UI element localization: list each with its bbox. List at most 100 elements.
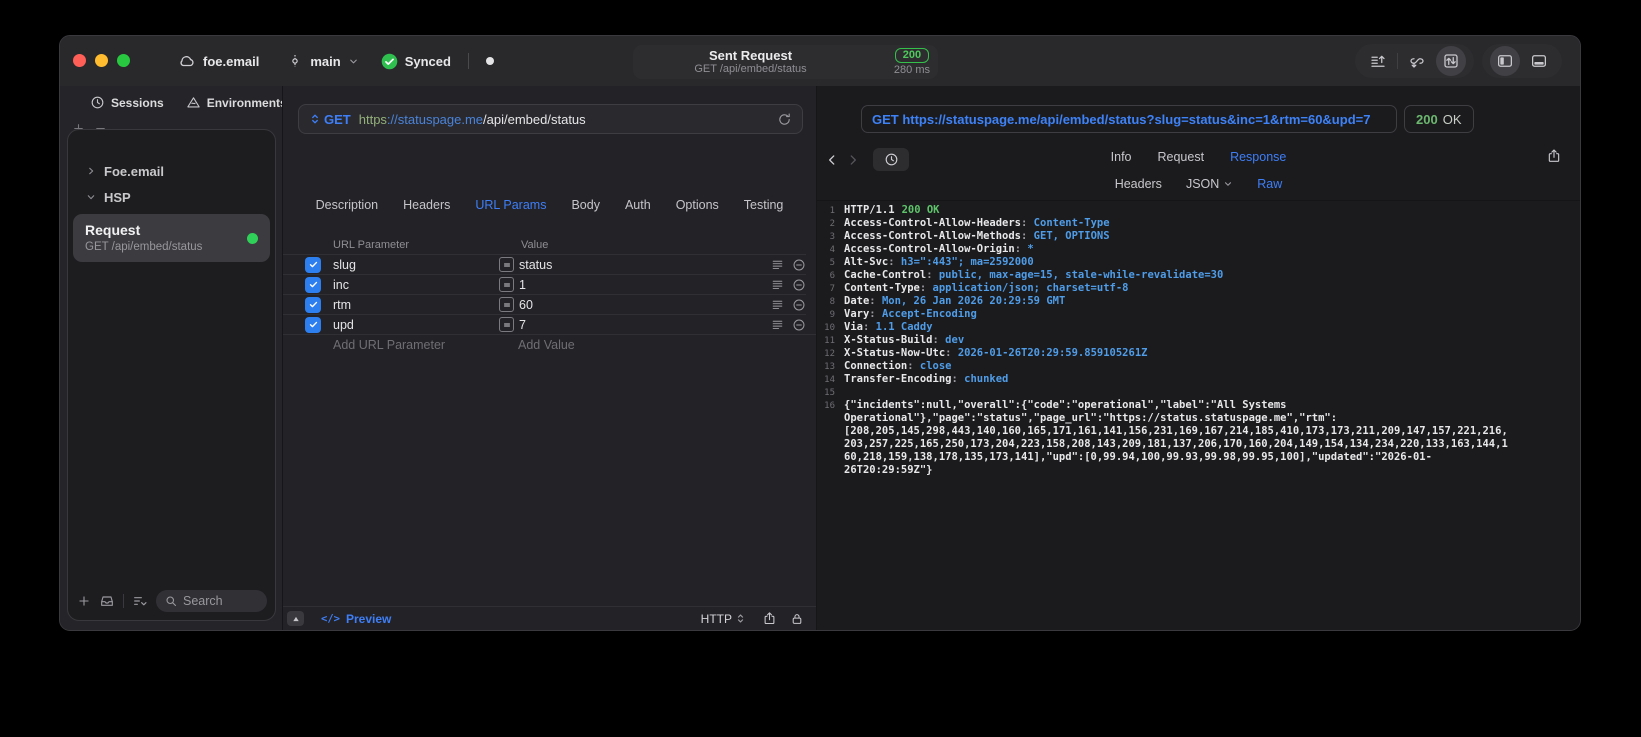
- subtab-json[interactable]: JSON: [1186, 177, 1233, 191]
- param-name-input[interactable]: rtm: [333, 298, 499, 312]
- param-checkbox[interactable]: [305, 296, 321, 313]
- zoom-window-button[interactable]: [117, 54, 130, 67]
- header-value: h3=":443"; ma=2592000: [900, 256, 1034, 268]
- line-number: 14: [824, 375, 835, 385]
- url-host[interactable]: ://statuspage.me: [387, 112, 483, 127]
- preview-button[interactable]: </> Preview: [321, 612, 391, 626]
- response-status-code: 200: [1416, 111, 1438, 127]
- sent-request-pill[interactable]: Sent Request GET /api/embed/status 200 2…: [633, 45, 938, 79]
- param-name-input[interactable]: upd: [333, 318, 499, 332]
- response-body-line: 16 {"incidents":null,"overall":{"code":"…: [821, 399, 1572, 477]
- toggle-bottom-panel-icon[interactable]: [1524, 46, 1554, 76]
- header-name: Transfer-Encoding: [844, 373, 964, 386]
- param-value-input[interactable]: 60: [519, 298, 771, 312]
- header-name: Access-Control-Allow-Methods: [844, 230, 1034, 243]
- header-name: Content-Type: [844, 282, 933, 295]
- tab-request[interactable]: Request: [1158, 150, 1205, 164]
- tree-group-label: HSP: [104, 189, 131, 205]
- tab-body[interactable]: Body: [571, 198, 600, 212]
- tab-headers[interactable]: Headers: [403, 198, 450, 212]
- add-value-button[interactable]: Add Value: [518, 338, 575, 352]
- lock-icon[interactable]: [790, 612, 804, 626]
- app-window: foe.email main Synced Sent Request GET /…: [59, 35, 1581, 631]
- titlebar-actions: [1355, 44, 1562, 78]
- branch-name[interactable]: main: [310, 54, 340, 69]
- cloud-icon: [178, 52, 196, 70]
- sent-request-line[interactable]: GET https://statuspage.me/api/embed/stat…: [861, 105, 1397, 133]
- header-value: application/json; charset=utf-8: [932, 282, 1129, 294]
- chevron-down-icon: [86, 192, 96, 202]
- send-receive-icon[interactable]: [1436, 46, 1466, 76]
- add-url-parameter-button[interactable]: Add URL Parameter: [333, 338, 518, 352]
- url-path[interactable]: /api/embed/status: [483, 112, 586, 127]
- tab-testing[interactable]: Testing: [744, 198, 784, 212]
- tab-auth[interactable]: Auth: [625, 198, 651, 212]
- remove-param-icon[interactable]: [792, 258, 806, 272]
- sidebar: Sessions Environments Foe.email HSP Requ…: [60, 86, 287, 630]
- request-list-item-selected[interactable]: Request GET /api/embed/status: [73, 214, 270, 262]
- url-scheme[interactable]: https: [359, 112, 387, 127]
- chevron-down-icon[interactable]: [348, 56, 359, 67]
- protocol-label: HTTP: [700, 611, 732, 626]
- header-name: Alt-Svc: [844, 256, 901, 269]
- method-stepper-icon[interactable]: [309, 113, 321, 125]
- new-request-icon[interactable]: [77, 594, 91, 608]
- param-name-input[interactable]: slug: [333, 258, 499, 272]
- value-options-icon[interactable]: [771, 298, 784, 311]
- sync-loop-icon[interactable]: [1402, 46, 1432, 76]
- toggle-left-sidebar-icon[interactable]: [1490, 46, 1520, 76]
- tab-environments[interactable]: Environments: [186, 95, 287, 110]
- param-checkbox[interactable]: [305, 316, 321, 333]
- preview-label: Preview: [345, 611, 392, 626]
- value-options-icon[interactable]: [771, 318, 784, 331]
- export-response-icon[interactable]: [1546, 148, 1562, 164]
- expand-console-icon[interactable]: [287, 611, 304, 626]
- subtab-headers[interactable]: Headers: [1115, 177, 1162, 191]
- project-name[interactable]: foe.email: [203, 54, 259, 69]
- sort-filter-icon[interactable]: [132, 593, 148, 609]
- tab-url-params[interactable]: URL Params: [475, 198, 546, 212]
- header-value: close: [919, 360, 952, 372]
- tab-info[interactable]: Info: [1111, 150, 1132, 164]
- sync-status-label: Synced: [404, 53, 451, 69]
- line-number: 11: [824, 336, 835, 346]
- remove-param-icon[interactable]: [792, 278, 806, 292]
- tab-sessions-label: Sessions: [111, 95, 164, 110]
- protocol-select[interactable]: HTTP: [701, 612, 749, 626]
- param-row: upd 7: [283, 314, 806, 334]
- tree-group-hsp[interactable]: HSP: [68, 184, 275, 210]
- param-value-input[interactable]: 1: [519, 278, 771, 292]
- new-group-icon[interactable]: [99, 593, 115, 609]
- request-url-bar[interactable]: GET https://statuspage.me/api/embed/stat…: [298, 104, 803, 134]
- param-value-input[interactable]: status: [519, 258, 771, 272]
- export-list-icon[interactable]: [1363, 46, 1393, 76]
- close-window-button[interactable]: [73, 54, 86, 67]
- param-value-input[interactable]: 7: [519, 318, 771, 332]
- remove-param-icon[interactable]: [792, 318, 806, 332]
- tab-response[interactable]: Response: [1230, 150, 1286, 164]
- unsaved-dot-icon: [485, 57, 494, 65]
- success-dot-icon: [247, 233, 258, 244]
- value-options-icon[interactable]: [771, 258, 784, 271]
- value-options-icon[interactable]: [771, 278, 784, 291]
- tab-sessions[interactable]: Sessions: [90, 95, 164, 110]
- share-icon[interactable]: [762, 611, 777, 626]
- response-header-line: 6 Cache-Controlpublic, max-age=15, stale-…: [821, 269, 1572, 282]
- method-label[interactable]: GET: [324, 112, 351, 127]
- param-checkbox[interactable]: [305, 256, 321, 273]
- header-value: Content-Type: [1033, 217, 1110, 229]
- subtab-raw[interactable]: Raw: [1257, 177, 1282, 191]
- tab-options[interactable]: Options: [676, 198, 719, 212]
- header-name: Date: [844, 295, 882, 308]
- remove-param-icon[interactable]: [792, 298, 806, 312]
- response-header-line: 14 Transfer-Encodingchunked: [821, 373, 1572, 386]
- param-name-input[interactable]: inc: [333, 278, 499, 292]
- param-checkbox[interactable]: [305, 276, 321, 293]
- resend-icon[interactable]: [777, 112, 792, 127]
- minimize-window-button[interactable]: [95, 54, 108, 67]
- tab-description[interactable]: Description: [316, 198, 379, 212]
- response-header-line: 11 X-Status-Builddev: [821, 334, 1572, 347]
- search-input[interactable]: Search: [156, 590, 267, 612]
- tree-group-foe-email[interactable]: Foe.email: [68, 158, 275, 184]
- response-header: GET https://statuspage.me/api/embed/stat…: [817, 86, 1580, 201]
